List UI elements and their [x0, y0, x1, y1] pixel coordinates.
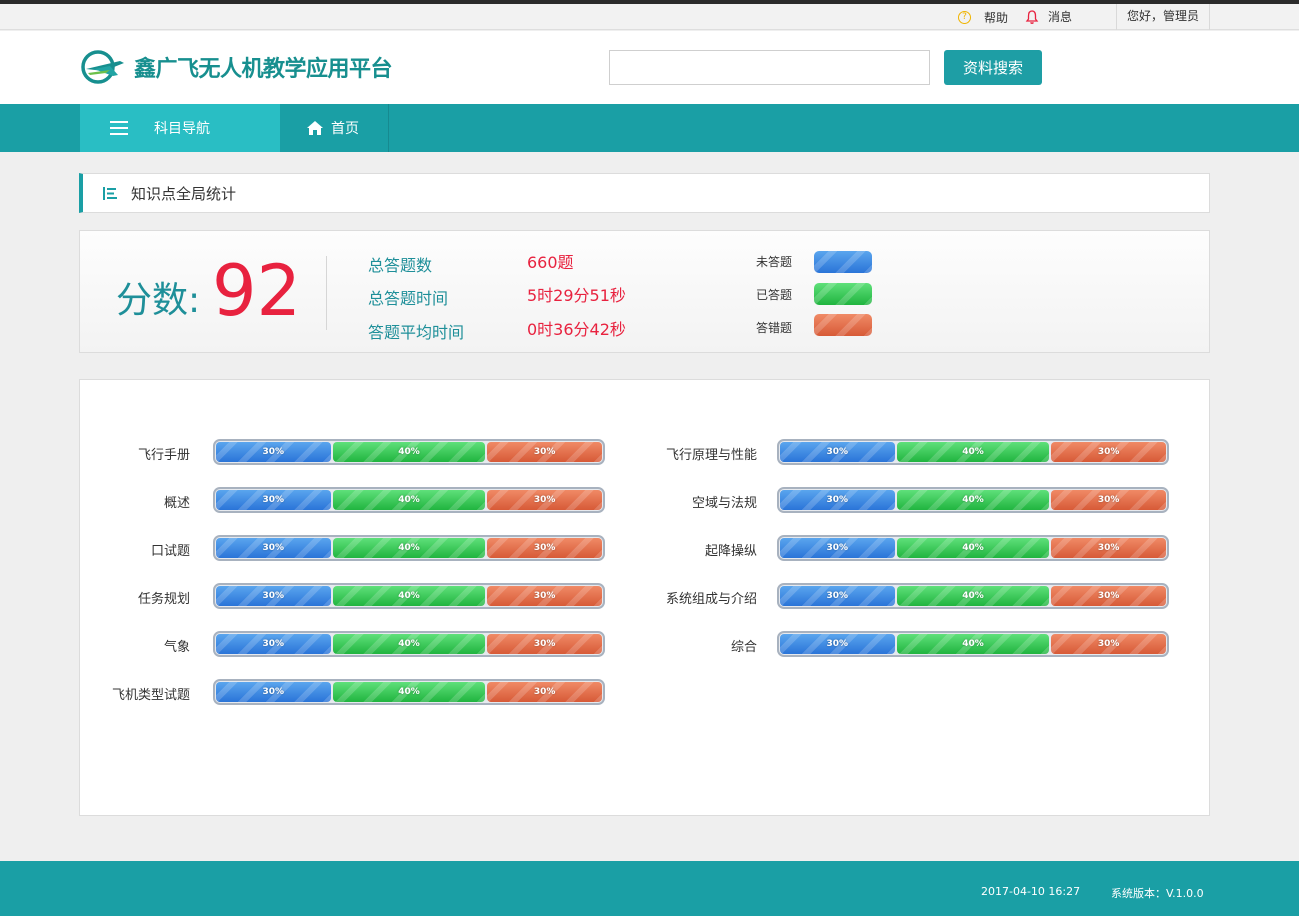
progress-bar: 30% 40% 30%	[777, 535, 1169, 561]
subject-label: 起降操纵	[704, 544, 757, 559]
unanswered-segment: 30%	[780, 586, 895, 606]
footer: 2017-04-10 16:27 系统版本：V.1.0.0	[0, 861, 1299, 916]
legend-answered-swatch	[814, 283, 872, 305]
menu-icon	[110, 121, 128, 135]
legend-answered-label: 已答题	[756, 288, 793, 302]
answered-segment: 40%	[896, 538, 1050, 558]
stat-avg-time-label: 答题平均时间	[368, 323, 465, 342]
stat-total-time-value: 5时29分51秒	[527, 286, 626, 305]
subject-row: 系统组成与介绍 30% 40% 30%	[80, 583, 1209, 609]
utility-bar: ? 帮助 消息 您好，管理员	[0, 4, 1299, 30]
list-bars-icon	[103, 186, 117, 200]
score-value: 92	[212, 250, 302, 332]
subject-row: 飞机类型试题 30% 40% 30%	[80, 679, 1209, 705]
answered-segment: 40%	[896, 490, 1050, 510]
unanswered-segment: 30%	[780, 442, 895, 462]
subject-label: 系统组成与介绍	[665, 592, 757, 607]
logo[interactable]: 鑫广飞无人机教学应用平台	[80, 49, 393, 85]
nav-home[interactable]: 首页	[289, 104, 389, 152]
unanswered-segment: 30%	[780, 490, 895, 510]
plane-logo-icon	[81, 50, 124, 84]
subject-label: 飞行原理与性能	[665, 448, 757, 463]
answered-segment: 40%	[896, 586, 1050, 606]
subject-label: 空域与法规	[691, 496, 757, 511]
user-menu[interactable]: 您好，管理员	[1116, 4, 1210, 30]
progress-bar: 30% 40% 30%	[777, 631, 1169, 657]
progress-bar: 30% 40% 30%	[777, 439, 1169, 465]
main-nav: 科目导航 首页	[0, 104, 1299, 152]
subject-stats-panel: 飞行手册 30% 40% 30% 概述 30% 40% 30% 口试题 30% 40% 30% 任务规划…	[79, 379, 1210, 816]
nav-subjects[interactable]: 科目导航	[80, 104, 280, 152]
section-title: 知识点全局统计	[79, 173, 1210, 213]
subject-label: 综合	[730, 640, 757, 655]
subject-row: 空域与法规 30% 40% 30%	[80, 487, 1209, 513]
stat-total-count-value: 660题	[527, 253, 574, 272]
nav-home-label: 首页	[331, 121, 359, 137]
progress-bar: 30% 40% 30%	[213, 679, 605, 705]
answered-segment: 40%	[332, 682, 486, 702]
legend-unanswered-swatch	[814, 251, 872, 273]
legend-wrong-swatch	[814, 314, 872, 336]
unanswered-segment: 30%	[216, 682, 331, 702]
wrong-segment: 30%	[1051, 442, 1166, 462]
wrong-segment: 30%	[1051, 634, 1166, 654]
nav-subjects-label: 科目导航	[154, 121, 210, 137]
home-icon	[307, 121, 323, 135]
footer-version: 系统版本：V.1.0.0	[1111, 887, 1204, 900]
section-title-text: 知识点全局统计	[131, 184, 237, 203]
help-icon: ?	[958, 11, 971, 24]
unanswered-segment: 30%	[780, 634, 895, 654]
wrong-segment: 30%	[1051, 538, 1166, 558]
progress-bar: 30% 40% 30%	[777, 487, 1169, 513]
legend-unanswered-label: 未答题	[756, 255, 793, 269]
stat-total-time-label: 总答题时间	[368, 289, 449, 308]
help-label: 帮助	[984, 11, 1009, 25]
legend-wrong-label: 答错题	[756, 321, 793, 335]
answered-segment: 40%	[896, 634, 1050, 654]
unanswered-segment: 30%	[780, 538, 895, 558]
subject-row: 飞行原理与性能 30% 40% 30%	[80, 439, 1209, 465]
wrong-segment: 30%	[1051, 490, 1166, 510]
stat-avg-time-value: 0时36分42秒	[527, 320, 626, 339]
answered-segment: 40%	[896, 442, 1050, 462]
logo-text: 鑫广飞无人机教学应用平台	[134, 57, 393, 82]
wrong-segment: 30%	[1051, 586, 1166, 606]
subject-row: 综合 30% 40% 30%	[80, 631, 1209, 657]
score-label: 分数:	[116, 280, 201, 321]
divider	[326, 256, 327, 330]
stat-total-count-label: 总答题数	[368, 256, 433, 275]
footer-datetime: 2017-04-10 16:27	[981, 885, 1081, 898]
subject-label: 飞机类型试题	[111, 688, 190, 703]
summary-panel: 分数: 92 总答题数 660题 总答题时间 5时29分51秒 答题平均时间 0…	[79, 230, 1210, 353]
search-button[interactable]: 资料搜索	[944, 50, 1042, 85]
header: 鑫广飞无人机教学应用平台 资料搜索	[0, 31, 1299, 104]
help-link[interactable]: ? 帮助	[958, 9, 1008, 26]
messages-label: 消息	[1048, 10, 1073, 24]
messages-link[interactable]: 消息	[1024, 8, 1072, 25]
subject-row: 起降操纵 30% 40% 30%	[80, 535, 1209, 561]
search-input[interactable]	[609, 50, 930, 85]
wrong-segment: 30%	[487, 682, 602, 702]
progress-bar: 30% 40% 30%	[777, 583, 1169, 609]
bell-icon	[1025, 9, 1039, 24]
